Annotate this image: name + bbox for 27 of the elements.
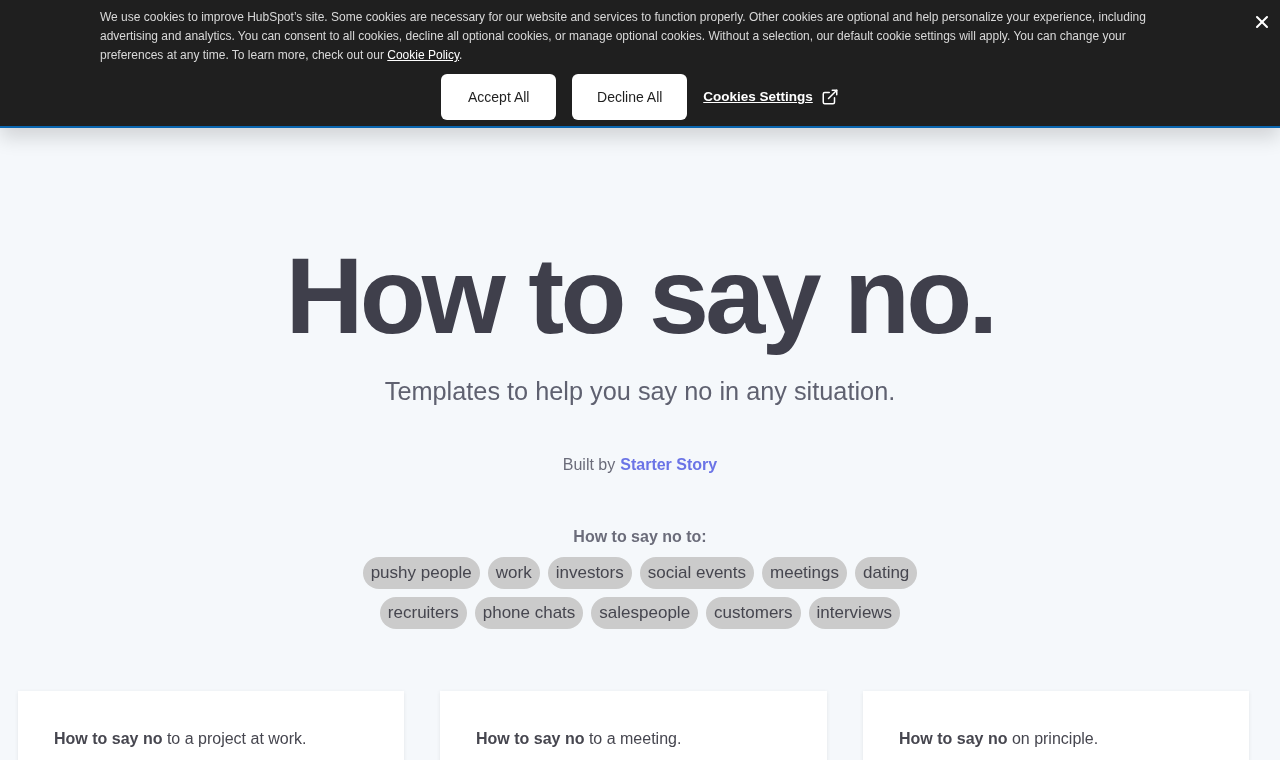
card-title: How to say no on principle.	[899, 730, 1099, 747]
topic-tag[interactable]: meetings	[762, 557, 847, 589]
card-title: How to say no to a meeting.	[476, 730, 682, 747]
card-title: How to say no to a project at work.	[54, 730, 307, 747]
cookies-settings-link[interactable]: Cookies Settings	[703, 86, 839, 108]
page-title: How to say no.	[284, 234, 996, 358]
topic-tag[interactable]: customers	[706, 597, 801, 629]
credit-text: Built by	[562, 455, 616, 475]
template-card[interactable]: How to say no on principle.	[863, 691, 1249, 760]
cookie-message: We use cookies to improve HubSpot’s site. Some cookies are necessary for our website and services to function properly. Other cookies are optional and help personalize your experience, including advertising and analytics. You can consent to all cookies, decline all optional cookies, or manage optional cookies. Without a selection, our default cookie settings will apply. You can change your preferences at any time. To learn more, check out our Cookie Policy.	[100, 9, 1147, 64]
credit-link[interactable]: Starter Story	[620, 453, 718, 477]
decline-all-button[interactable]: Decline All	[572, 74, 688, 120]
external-link-icon	[820, 88, 839, 106]
page-subtitle: Templates to help you say no in any situation.	[384, 376, 896, 407]
topic-tag[interactable]: recruiters	[379, 597, 467, 629]
topic-tag[interactable]: social events	[639, 557, 754, 589]
template-card[interactable]: How to say no to a meeting.	[440, 691, 827, 760]
template-card[interactable]: How to say no to a project at work.	[18, 691, 404, 760]
topic-tag[interactable]: salespeople	[591, 597, 699, 629]
topics-heading: How to say no to:	[573, 527, 707, 547]
topic-tag[interactable]: dating	[855, 557, 918, 589]
accept-all-button[interactable]: Accept All	[441, 74, 557, 120]
topic-tag[interactable]: investors	[547, 557, 632, 589]
topic-tag[interactable]: interviews	[808, 597, 901, 629]
topic-tag[interactable]: work	[487, 557, 540, 589]
topic-tag[interactable]: pushy people	[362, 557, 480, 589]
topic-tag[interactable]: phone chats	[474, 597, 584, 629]
